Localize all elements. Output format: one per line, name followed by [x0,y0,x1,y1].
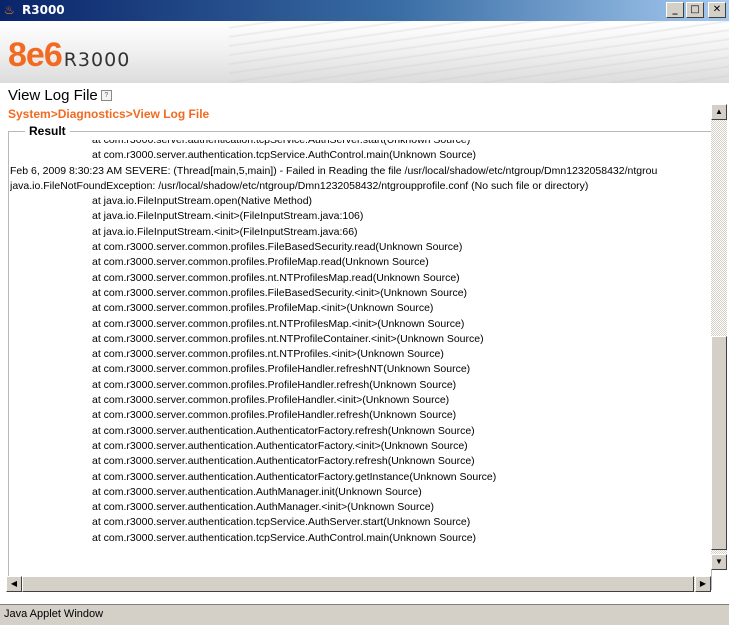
result-panel: Result at com.r3000.server.authenticatio… [4,123,726,604]
scroll-down-button[interactable]: ▼ [711,554,727,570]
result-legend: Result [25,124,70,138]
log-line: at com.r3000.server.authentication.tcpSe… [92,149,477,162]
status-text: Java Applet Window [4,608,104,620]
header-banner: 8e6 R3000 [0,21,729,83]
page-title-text: View Log File [8,87,98,104]
java-cup-icon: ♨ [4,3,15,17]
banner-decoration [229,21,729,83]
log-line: at com.r3000.server.common.profiles.File… [92,286,468,299]
close-button[interactable]: ✕ [708,2,726,18]
log-line: at com.r3000.server.authentication.Authe… [92,470,497,483]
horizontal-scroll-thumb[interactable] [22,576,694,592]
breadcrumb-system[interactable]: System [8,107,51,121]
log-line: at com.r3000.server.authentication.Authe… [92,455,475,468]
log-line: at com.r3000.server.authentication.tcpSe… [92,531,477,544]
breadcrumb: System>Diagnostics>View Log File [8,107,209,121]
log-line: at com.r3000.server.common.profiles.File… [92,241,463,254]
log-line: java.io.FileNotFoundException: /usr/loca… [10,179,589,192]
breadcrumb-view-log-file[interactable]: View Log File [133,107,209,121]
result-groupbox: Result at com.r3000.server.authenticatio… [8,124,712,590]
scroll-up-button[interactable]: ▲ [711,104,727,120]
log-line: at com.r3000.server.authentication.Authe… [92,424,475,437]
log-line: Feb 6, 2009 8:30:23 AM SEVERE: (Thread[m… [10,164,658,177]
log-line: at com.r3000.server.common.profiles.Prof… [92,302,434,315]
log-line: at com.r3000.server.authentication.tcpSe… [92,140,471,146]
vertical-scrollbar[interactable]: ▲ ▼ [711,104,727,570]
scroll-right-button[interactable]: ▶ [695,576,711,592]
maximize-button[interactable]: □ [686,2,704,18]
help-icon[interactable]: ? [100,90,112,101]
log-line: at com.r3000.server.authentication.Authe… [92,439,468,452]
breadcrumb-separator: > [125,107,133,121]
breadcrumb-diagnostics[interactable]: Diagnostics [58,107,126,121]
log-line: at com.r3000.server.common.profiles.nt.N… [92,332,484,345]
brand-logo-text: 8e6 [8,36,63,74]
log-line: at java.io.FileInputStream.<init>(FileIn… [92,225,358,238]
page-title: View Log File ? [8,87,112,104]
window-title: R3000 [22,3,65,17]
minimize-button[interactable]: _ [666,2,684,18]
horizontal-scrollbar[interactable]: ◀ ▶ [6,576,711,592]
log-line: at java.io.FileInputStream.<init>(FileIn… [92,210,364,223]
log-line: at com.r3000.server.common.profiles.nt.N… [92,271,460,284]
product-logo: 8e6 R3000 [8,36,130,75]
log-line: at com.r3000.server.common.profiles.Prof… [92,409,457,422]
window-titlebar[interactable]: ♨ R3000 _ □ ✕ [0,0,729,21]
window-controls: _ □ ✕ [666,2,726,18]
vertical-scroll-thumb[interactable] [711,336,727,550]
applet-area: 8e6 R3000 View Log File ? System>Diagnos… [0,21,729,604]
log-line: at com.r3000.server.authentication.tcpSe… [92,516,471,529]
log-line: at com.r3000.server.common.profiles.Prof… [92,363,471,376]
log-line: at com.r3000.server.common.profiles.Prof… [92,256,429,269]
breadcrumb-separator: > [50,107,58,121]
log-line: at java.io.FileInputStream.open(Native M… [92,195,313,208]
scroll-left-button[interactable]: ◀ [6,576,22,592]
log-line: at com.r3000.server.common.profiles.Prof… [92,378,457,391]
log-line: at com.r3000.server.common.profiles.Prof… [92,394,450,407]
log-line: at com.r3000.server.common.profiles.nt.N… [92,317,465,330]
log-text-area[interactable]: at com.r3000.server.authentication.tcpSe… [10,140,710,580]
log-line: at com.r3000.server.authentication.AuthM… [92,485,422,498]
log-line: at com.r3000.server.common.profiles.nt.N… [92,348,444,361]
product-name: R3000 [63,49,131,71]
log-line: at com.r3000.server.authentication.AuthM… [92,501,435,514]
status-bar: Java Applet Window [0,604,729,625]
